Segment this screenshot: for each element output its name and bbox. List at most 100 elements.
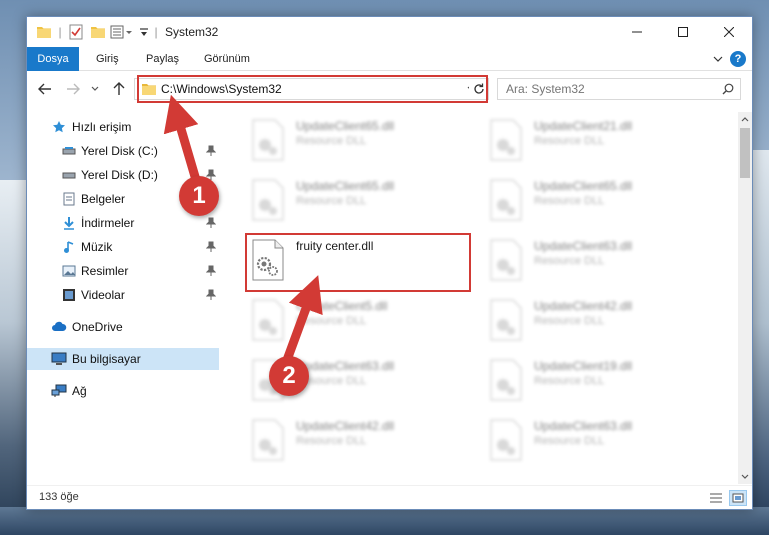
sidebar-item-local-disk-c[interactable]: Yerel Disk (C:) [27, 140, 219, 162]
pin-icon[interactable] [205, 264, 217, 278]
recent-locations-button[interactable] [89, 80, 101, 98]
dll-file-icon [490, 419, 522, 461]
cloud-icon [51, 319, 67, 335]
title-bar: | | System32 [27, 17, 752, 47]
file-name: UpdateClient65.dll [296, 179, 395, 193]
properties-icon[interactable] [67, 23, 85, 41]
file-type: Resource DLL [534, 135, 605, 147]
file-name: UpdateClient65.dll [534, 179, 633, 193]
sidebar-item-videos[interactable]: Videolar [27, 284, 219, 306]
file-item[interactable]: UpdateClient65.dll Resource DLL [246, 174, 476, 226]
file-list: UpdateClient65.dll Resource DLL UpdateCl… [220, 112, 738, 482]
file-name: UpdateClient63.dll [534, 419, 633, 433]
star-icon [51, 119, 67, 135]
customize-toolbar-icon[interactable] [137, 23, 151, 41]
dll-file-icon [252, 119, 284, 161]
dll-file-icon [252, 179, 284, 221]
sidebar-item-downloads[interactable]: İndirmeler [27, 212, 219, 234]
maximize-button[interactable] [660, 17, 706, 47]
details-view-icon[interactable] [707, 490, 725, 506]
search-box[interactable] [497, 78, 741, 100]
tab-share[interactable]: Paylaş [135, 47, 190, 71]
help-button[interactable]: ? [730, 51, 746, 67]
file-type: Resource DLL [534, 375, 605, 387]
scrollbar-thumb[interactable] [740, 128, 750, 178]
sidebar-item-this-pc[interactable]: Bu bilgisayar [27, 348, 219, 370]
tab-file[interactable]: Dosya [27, 47, 79, 71]
file-type: Resource DLL [296, 435, 367, 447]
vertical-scrollbar[interactable] [738, 112, 752, 484]
pin-icon[interactable] [205, 288, 217, 302]
file-type: Resource DLL [534, 315, 605, 327]
dll-file-icon [490, 359, 522, 401]
sidebar-item-onedrive[interactable]: OneDrive [27, 316, 219, 338]
search-input[interactable] [506, 81, 706, 97]
file-name: UpdateClient63.dll [534, 239, 633, 253]
folder-icon [35, 23, 53, 41]
step1-badge: 1 [179, 176, 219, 216]
file-name: UpdateClient42.dll [296, 419, 395, 433]
dll-file-icon [490, 239, 522, 281]
scroll-up-icon[interactable] [738, 112, 752, 126]
file-item[interactable]: UpdateClient63.dll Resource DLL [484, 234, 714, 286]
file-item[interactable]: UpdateClient65.dll Resource DLL [484, 174, 714, 226]
file-type: Resource DLL [534, 435, 605, 447]
up-button[interactable] [109, 80, 129, 98]
tab-home[interactable]: Giriş [85, 47, 130, 71]
music-icon [61, 239, 77, 255]
file-item[interactable]: UpdateClient65.dll Resource DLL [246, 114, 476, 166]
file-item[interactable]: UpdateClient21.dll Resource DLL [484, 114, 714, 166]
documents-icon [61, 191, 77, 207]
navigation-pane: Hızlı erişim Yerel Disk (C:) Yerel Disk … [27, 112, 219, 472]
file-type: Resource DLL [534, 255, 605, 267]
dll-file-icon [490, 119, 522, 161]
quick-access-separator: | [58, 25, 62, 39]
ribbon-tabs: Dosya Giriş Paylaş Görünüm ? [27, 47, 752, 71]
sidebar-item-music[interactable]: Müzik [27, 236, 219, 258]
file-type: Resource DLL [534, 195, 605, 207]
item-count: 133 öğe [39, 491, 79, 503]
videos-icon [61, 287, 77, 303]
sidebar-item-network[interactable]: Ağ [27, 380, 219, 402]
ribbon-expand-icon[interactable] [712, 53, 724, 65]
tab-view[interactable]: Görünüm [193, 47, 261, 71]
explorer-window: | | System32 Dosya Giriş Paylaş Görünüm [26, 16, 753, 510]
dll-file-icon [490, 179, 522, 221]
pin-icon[interactable] [205, 144, 217, 158]
file-name: UpdateClient65.dll [296, 119, 395, 133]
pictures-icon [61, 263, 77, 279]
download-icon [61, 215, 77, 231]
drive-icon [61, 167, 77, 183]
pin-icon[interactable] [205, 240, 217, 254]
file-name: UpdateClient19.dll [534, 359, 633, 373]
large-icons-view-icon[interactable] [729, 490, 747, 506]
computer-icon [51, 351, 67, 367]
dll-file-icon [252, 299, 284, 341]
file-type: Resource DLL [296, 315, 367, 327]
scroll-down-icon[interactable] [738, 470, 752, 484]
dll-file-icon [490, 299, 522, 341]
minimize-button[interactable] [614, 17, 660, 47]
file-name: UpdateClient5.dll [296, 299, 388, 313]
forward-button[interactable] [63, 80, 83, 98]
view-options-icon[interactable] [109, 23, 135, 41]
network-icon [51, 383, 67, 399]
sidebar-item-pictures[interactable]: Resimler [27, 260, 219, 282]
file-type: Resource DLL [296, 135, 367, 147]
back-button[interactable] [35, 80, 55, 98]
step2-badge: 2 [269, 356, 309, 396]
sidebar-item-quick-access[interactable]: Hızlı erişim [27, 116, 219, 138]
file-name: UpdateClient42.dll [534, 299, 633, 313]
search-icon[interactable] [722, 83, 734, 98]
file-item[interactable]: UpdateClient42.dll Resource DLL [484, 294, 714, 346]
file-item[interactable]: UpdateClient19.dll Resource DLL [484, 354, 714, 406]
drive-icon [61, 143, 77, 159]
new-folder-icon[interactable] [89, 23, 107, 41]
close-button[interactable] [706, 17, 752, 47]
pin-icon[interactable] [205, 216, 217, 230]
file-item[interactable]: UpdateClient5.dll Resource DLL [246, 294, 476, 346]
file-item[interactable]: UpdateClient42.dll Resource DLL [246, 414, 476, 466]
file-item[interactable]: UpdateClient63.dll Resource DLL [484, 414, 714, 466]
title-separator: | [154, 25, 158, 39]
file-name: UpdateClient21.dll [534, 119, 633, 133]
